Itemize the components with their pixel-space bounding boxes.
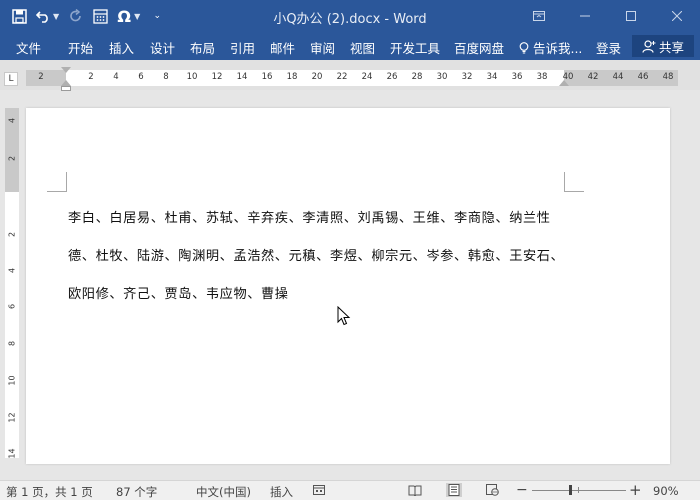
ruler-number: 2 xyxy=(7,231,17,238)
ruler-number: 36 xyxy=(511,72,523,82)
vertical-ruler[interactable]: 4 2 2 4 6 8 10 12 14 xyxy=(5,108,19,459)
text-line: 李白、白居易、杜甫、苏轼、辛弃疾、李清照、刘禹锡、王维、李商隐、纳兰性 xyxy=(68,211,551,226)
macro-record-icon[interactable] xyxy=(311,483,327,497)
zoom-slider-thumb[interactable] xyxy=(569,485,572,495)
zoom-in-button[interactable]: + xyxy=(629,481,642,499)
ruler-number: 16 xyxy=(261,72,273,82)
window-controls xyxy=(516,0,700,32)
ribbon-tab-bar: 文件 开始 插入 设计 布局 引用 邮件 审阅 视图 开发工具 百度网盘 告诉我… xyxy=(0,32,700,60)
zoom-out-button[interactable]: − xyxy=(516,482,528,498)
ruler-number: 12 xyxy=(7,412,17,423)
tab-review[interactable]: 审阅 xyxy=(310,38,335,57)
tab-file[interactable]: 文件 xyxy=(16,38,41,57)
status-bar: 第 1 页，共 1 页 87 个字 中文(中国) 插入 − + 90% xyxy=(0,480,700,500)
close-icon[interactable] xyxy=(654,0,700,32)
minimize-icon[interactable] xyxy=(562,0,608,32)
tab-insert[interactable]: 插入 xyxy=(109,38,134,57)
read-mode-icon[interactable] xyxy=(407,483,423,497)
ruler-number: 34 xyxy=(486,72,498,82)
ruler-number: 2 xyxy=(7,155,17,162)
mouse-pointer-icon xyxy=(337,306,351,326)
tell-me-label: 告诉我... xyxy=(532,41,583,56)
ruler-number: 46 xyxy=(637,72,649,82)
ruler-number: 48 xyxy=(662,72,674,82)
web-layout-icon[interactable] xyxy=(484,483,500,497)
ruler-number: 24 xyxy=(361,72,373,82)
tab-selector[interactable]: L xyxy=(4,72,18,86)
ruler-number: 22 xyxy=(336,72,348,82)
ruler-number: 4 xyxy=(7,267,17,274)
zoom-level[interactable]: 90% xyxy=(653,484,679,498)
ruler-number: 10 xyxy=(7,375,17,386)
zoom-slider[interactable] xyxy=(532,490,626,491)
ruler-number: 8 xyxy=(7,340,17,347)
text-line: 德、杜牧、陆游、陶渊明、孟浩然、元稹、李煜、柳宗元、岑参、韩愈、王安石、 xyxy=(68,249,565,264)
ruler-number: 20 xyxy=(311,72,323,82)
tab-baidu-netdisk[interactable]: 百度网盘 xyxy=(454,38,504,57)
insert-mode-indicator[interactable]: 插入 xyxy=(270,484,293,500)
ruler-number: 44 xyxy=(612,72,624,82)
tab-mailings[interactable]: 邮件 xyxy=(270,38,295,57)
right-indent-marker[interactable] xyxy=(559,80,569,86)
title-bar: ▼ Ω ▼ ⌄ 小Q办公 (2).docx - Word xyxy=(0,0,700,32)
tab-developer[interactable]: 开发工具 xyxy=(390,38,440,57)
left-indent-marker[interactable] xyxy=(61,86,71,91)
document-paragraph[interactable]: 李白、白居易、杜甫、苏轼、辛弃疾、李清照、刘禹锡、王维、李商隐、纳兰性 德、杜牧… xyxy=(68,200,588,314)
ruler-number: 4 xyxy=(7,117,17,124)
crop-mark-left xyxy=(47,172,67,192)
tab-design[interactable]: 设计 xyxy=(150,38,175,57)
ruler-number: 12 xyxy=(211,72,223,82)
tab-references[interactable]: 引用 xyxy=(230,38,255,57)
ruler-number: 28 xyxy=(411,72,423,82)
tab-home[interactable]: 开始 xyxy=(68,38,93,57)
ruler-number: 10 xyxy=(186,72,198,82)
ruler-number: 8 xyxy=(163,72,169,82)
ribbon-display-options-icon[interactable] xyxy=(516,0,562,32)
word-count[interactable]: 87 个字 xyxy=(116,484,157,500)
tab-view[interactable]: 视图 xyxy=(350,38,375,57)
ruler-number: 26 xyxy=(386,72,398,82)
first-line-indent-marker[interactable] xyxy=(61,67,71,73)
ruler-number: 18 xyxy=(286,72,298,82)
tell-me-search[interactable]: 告诉我... xyxy=(519,38,582,57)
tab-layout[interactable]: 布局 xyxy=(190,38,215,57)
ruler-number: 30 xyxy=(436,72,448,82)
ruler-number: 6 xyxy=(7,303,17,310)
crop-mark-right xyxy=(564,172,584,192)
print-layout-icon[interactable] xyxy=(446,483,462,497)
ruler-number: 6 xyxy=(138,72,144,82)
text-line: 欧阳修、齐己、贾岛、韦应物、曹操 xyxy=(68,287,289,302)
page-count[interactable]: 第 1 页，共 1 页 xyxy=(6,484,93,500)
language-indicator[interactable]: 中文(中国) xyxy=(196,484,251,500)
document-page[interactable]: 李白、白居易、杜甫、苏轼、辛弃疾、李清照、刘禹锡、王维、李商隐、纳兰性 德、杜牧… xyxy=(26,108,670,464)
ruler-number: 2 xyxy=(88,72,94,82)
zoom-slider-center-tick xyxy=(578,487,579,493)
share-button[interactable]: 共享 xyxy=(632,35,694,57)
ruler-number: 14 xyxy=(7,448,17,459)
ruler-number: 38 xyxy=(536,72,548,82)
ruler-number: 32 xyxy=(461,72,473,82)
lightbulb-icon xyxy=(519,42,529,54)
share-label: 共享 xyxy=(658,39,684,55)
ruler-number: 42 xyxy=(587,72,599,82)
horizontal-ruler[interactable]: 2 2 4 6 8 10 12 14 16 18 20 22 24 26 28 … xyxy=(26,70,678,86)
ruler-number: 14 xyxy=(236,72,248,82)
ruler-number: 4 xyxy=(113,72,119,82)
person-add-icon xyxy=(642,39,656,53)
vertical-scrollbar[interactable] xyxy=(679,108,691,463)
ruler-number: 2 xyxy=(38,72,44,82)
ruler-left-margin xyxy=(26,70,66,86)
login-button[interactable]: 登录 xyxy=(596,38,621,57)
maximize-icon[interactable] xyxy=(608,0,654,32)
